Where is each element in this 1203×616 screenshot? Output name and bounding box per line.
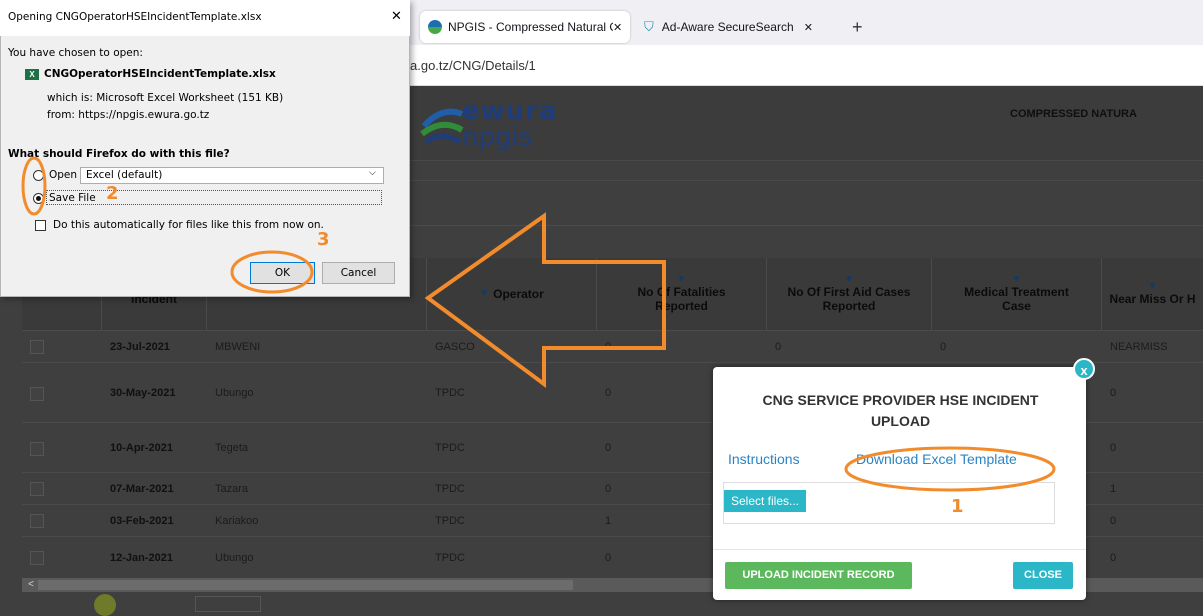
step-3-label: 3 <box>317 229 330 250</box>
step-2-label: 2 <box>106 183 119 204</box>
annotation-circle-template <box>844 446 1056 492</box>
annotation-circle-radio <box>21 156 47 216</box>
annotation-overlay <box>21 156 1056 492</box>
step-1-label: 1 <box>951 496 964 517</box>
annotation-circle-ok <box>230 250 314 294</box>
